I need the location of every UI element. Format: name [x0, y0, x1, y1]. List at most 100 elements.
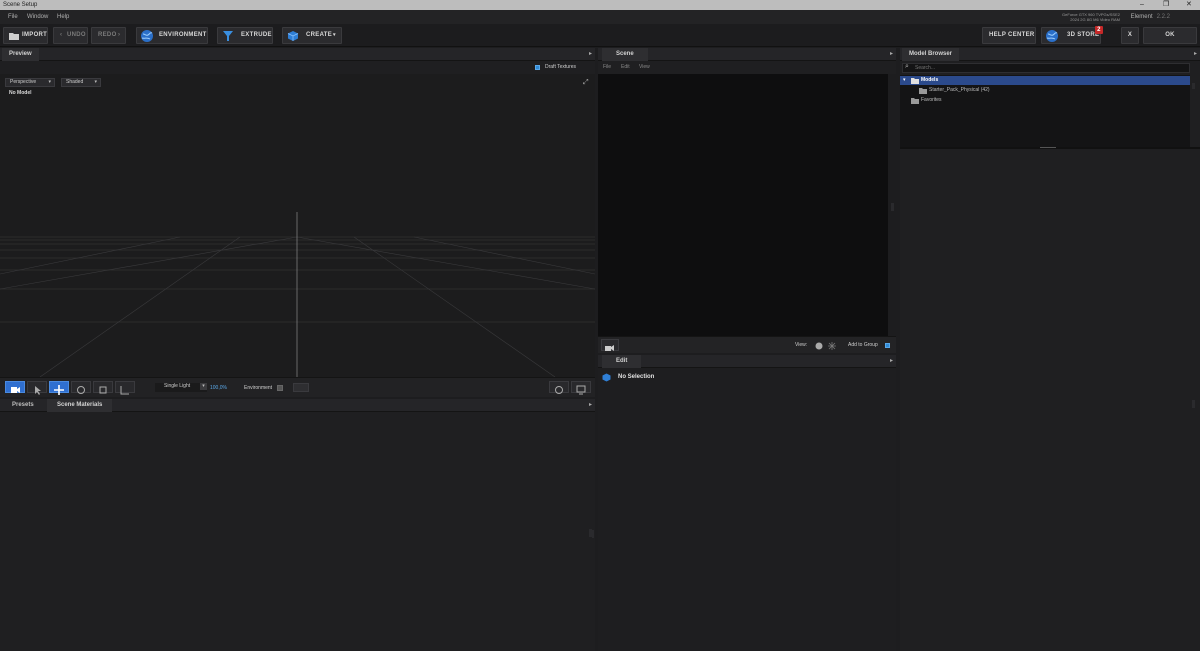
model-search-input[interactable] [915, 64, 1185, 72]
render-button[interactable] [549, 381, 569, 394]
presets-divider-handle[interactable] [592, 530, 594, 538]
pivot-tool-button[interactable] [115, 381, 135, 395]
tree-item-label: Favorites [921, 97, 942, 103]
sphere-view-icon[interactable] [815, 342, 823, 350]
scene-menu-view[interactable]: View [639, 61, 650, 74]
expand-arrow-icon[interactable]: ▾ [903, 76, 906, 85]
rotate-icon [77, 386, 85, 394]
model-search-field[interactable]: ⌕ [902, 63, 1190, 73]
close-window-icon[interactable]: ✕ [1186, 0, 1192, 10]
redo-button[interactable]: REDO › [91, 27, 126, 44]
main-toolbar: IMPORT ‹ UNDO REDO › ENVIRONMENT EXTRUDE… [0, 24, 1200, 47]
folder-icon [911, 98, 919, 104]
undo-button[interactable]: ‹ UNDO [53, 27, 88, 44]
3d-store-button[interactable]: 3D STORE 2 [1041, 26, 1103, 44]
tab-scene[interactable]: Scene [602, 48, 648, 61]
light-select[interactable]: Single Light ▾ [155, 383, 207, 392]
cube-icon [602, 373, 611, 382]
rotate-tool-button[interactable] [71, 381, 91, 394]
globe-icon [141, 30, 153, 42]
tree-item-favorites[interactable]: Favorites [900, 96, 1190, 105]
menu-file[interactable]: File [8, 10, 18, 24]
tab-preview[interactable]: Preview [2, 48, 39, 61]
cube-icon [287, 31, 299, 41]
preview-options-bar: Draft Textures [0, 61, 595, 74]
close-button[interactable]: X [1121, 27, 1139, 44]
cursor-icon [35, 386, 41, 395]
light-view-icon[interactable] [828, 342, 836, 350]
light-percent[interactable]: 100,0% [210, 378, 227, 398]
scene-menu-bar: File Edit View [598, 61, 896, 74]
presets-tabbar: Presets Scene Materials ▸ [0, 399, 595, 412]
chevron-down-icon: ▾ [200, 383, 207, 390]
gpu-line-2: 2024 2G 8G M6 Video RAM [1070, 17, 1120, 22]
scene-camera-button[interactable] [601, 339, 619, 351]
window-title: Scene Setup [3, 2, 38, 8]
tab-scene-materials[interactable]: Scene Materials [47, 399, 113, 412]
scene-menu-edit[interactable]: Edit [621, 61, 630, 74]
help-center-button[interactable]: HELP CENTER [982, 27, 1036, 44]
camera-tool-button[interactable] [5, 381, 25, 393]
tab-edit[interactable]: Edit [602, 355, 642, 368]
app-name-label: Element [1130, 14, 1153, 20]
environment-label: Environment [244, 385, 273, 391]
viewport[interactable]: Perspective ▾ Shaded ▾ No Model ⤢ [0, 74, 595, 377]
scale-tool-button[interactable] [93, 381, 113, 394]
tree-item-label: Models [921, 77, 939, 83]
scene-menu-file[interactable]: File [603, 61, 611, 74]
extrude-button[interactable]: EXTRUDE [217, 27, 273, 44]
window-title-bar: Scene Setup – ❐ ✕ [0, 0, 1200, 10]
menu-help[interactable]: Help [57, 10, 69, 24]
scale-icon [99, 386, 107, 394]
splitter-handle[interactable] [1040, 147, 1056, 148]
folder-icon [919, 88, 927, 94]
tree-item-label: Starter_Pack_Physical (42) [929, 87, 990, 93]
move-icon [54, 385, 64, 395]
environment-checkbox[interactable] [277, 385, 283, 391]
store-globe-icon [1046, 30, 1058, 42]
model-tree: ▾ Models Starter_Pack_Physical (42) Favo… [900, 75, 1190, 147]
panel-menu-arrow-icon[interactable]: ▸ [589, 48, 592, 61]
restore-icon[interactable]: ❐ [1163, 0, 1169, 10]
redo-arrow-icon: › [118, 32, 121, 38]
search-icon: ⌕ [905, 63, 909, 70]
ok-button[interactable]: OK [1143, 27, 1197, 44]
app-version: 2.2.2 [1156, 14, 1170, 20]
create-button[interactable]: CREATE ▾ [282, 27, 342, 44]
panel-menu-arrow-icon[interactable]: ▸ [589, 399, 592, 412]
menu-window[interactable]: Window [27, 10, 48, 24]
panel-menu-arrow-icon[interactable]: ▸ [890, 355, 893, 368]
monitor-icon [576, 385, 586, 395]
scene-tabbar: Scene ▸ [598, 48, 896, 61]
panel-menu-arrow-icon[interactable]: ▸ [890, 48, 893, 61]
import-button[interactable]: IMPORT [3, 27, 48, 44]
folder-icon [9, 33, 19, 40]
camera-icon [11, 387, 20, 393]
tree-scrollbar[interactable] [1192, 83, 1195, 89]
minimize-icon[interactable]: – [1140, 0, 1144, 10]
tree-item-starter-pack[interactable]: Starter_Pack_Physical (42) [900, 86, 1190, 95]
add-to-group-checkbox[interactable] [885, 343, 890, 348]
draft-textures-checkbox[interactable] [535, 65, 540, 70]
tab-presets[interactable]: Presets [5, 399, 41, 412]
preview-panel: Preview ▸ Draft Textures Perspective ▾ Sh… [0, 48, 595, 397]
select-tool-button[interactable] [27, 381, 47, 395]
circle-icon [555, 386, 563, 394]
display-button[interactable] [571, 381, 591, 395]
move-tool-button[interactable] [49, 381, 69, 395]
undo-arrow-icon: ‹ [60, 32, 63, 38]
viewport-toolbar: Single Light ▾ 100,0% Environment [0, 377, 595, 397]
browser-scrollbar[interactable] [1192, 400, 1195, 408]
scene-tree[interactable] [598, 74, 888, 336]
environment-swatch[interactable] [293, 383, 309, 392]
add-to-group-label: Add to Group [848, 342, 878, 348]
view-label: View: [795, 342, 808, 348]
environment-button[interactable]: ENVIRONMENT [136, 27, 208, 44]
no-selection-label: No Selection [618, 374, 655, 380]
scene-scrollbar[interactable] [891, 203, 894, 211]
camera-icon [605, 345, 614, 351]
tab-model-browser[interactable]: Model Browser [902, 48, 960, 61]
tree-item-models[interactable]: ▾ Models [900, 76, 1190, 85]
panel-menu-arrow-icon[interactable]: ▸ [1194, 48, 1197, 61]
edit-tabbar: Edit ▸ [598, 355, 896, 368]
